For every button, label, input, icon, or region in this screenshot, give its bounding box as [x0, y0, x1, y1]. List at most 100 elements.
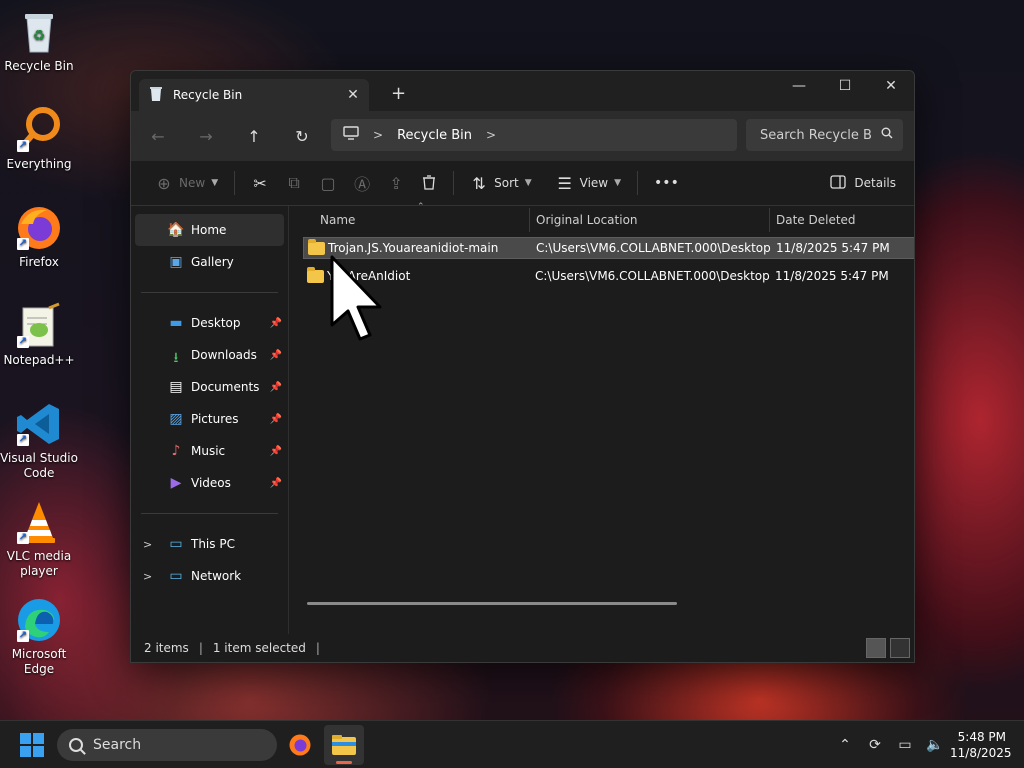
sort-icon: ⇅ [472, 173, 486, 193]
minimize-button[interactable]: — [776, 71, 822, 101]
pin-icon[interactable]: 📌 [270, 318, 282, 329]
nav-item-downloads[interactable]: ⭳ Downloads 📌 [135, 339, 284, 371]
nav-item-this-pc[interactable]: > ▭ This PC [135, 528, 284, 560]
clock-date: 11/8/2025 [950, 746, 1012, 760]
clock[interactable]: 5:48 PM 11/8/2025 [950, 729, 1024, 761]
rename-button[interactable]: Ⓐ [345, 168, 379, 198]
breadcrumb-recycle-bin[interactable]: Recycle Bin [397, 128, 472, 143]
taskbar-file-explorer[interactable] [324, 725, 364, 765]
everything-icon: ↗ [15, 106, 63, 154]
back-button[interactable]: ← [145, 123, 171, 149]
nav-label: Downloads [191, 348, 257, 362]
share-button[interactable]: ⇪ [379, 168, 413, 198]
nav-item-gallery[interactable]: ▣ Gallery [135, 246, 284, 278]
videos-icon: ▶ [170, 475, 182, 491]
chevron-right-icon[interactable]: > [143, 538, 152, 551]
chevron-right-icon[interactable]: > [486, 128, 496, 142]
column-headers: ⌃ Name Original Location Date Deleted [289, 202, 914, 234]
pin-icon[interactable]: 📌 [270, 382, 282, 393]
desktop-icon-vscode[interactable]: ↗ Visual Studio Code [0, 400, 78, 481]
file-original-location: C:\Users\VM6.COLLABNET.000\Desktop [535, 269, 770, 283]
details-view-button[interactable] [866, 638, 886, 658]
pin-icon[interactable]: 📌 [270, 446, 282, 457]
desktop-folder-icon: ▬ [169, 315, 183, 331]
refresh-button[interactable]: ↻ [289, 123, 315, 149]
pin-icon[interactable]: 📌 [270, 350, 282, 361]
file-row[interactable]: YouAreAnIdiot C:\Users\VM6.COLLABNET.000… [303, 265, 914, 287]
gallery-icon: ▣ [169, 254, 183, 270]
chevron-up-icon[interactable]: ⌃ [830, 737, 860, 753]
new-button[interactable]: ⊕ New ▼ [147, 168, 226, 198]
sort-button[interactable]: ⇅ Sort ▼ [462, 168, 540, 198]
column-name[interactable]: Name [320, 213, 355, 227]
large-icons-view-button[interactable] [890, 638, 910, 658]
close-tab-icon[interactable]: ✕ [341, 87, 365, 103]
title-bar: Recycle Bin ✕ + — ☐ ✕ [131, 71, 914, 111]
desktop-icon-vlc[interactable]: ↗ VLC media player [0, 498, 78, 579]
nav-label: Desktop [191, 316, 241, 330]
pin-icon[interactable]: 📌 [270, 478, 282, 489]
start-button[interactable] [20, 733, 44, 757]
search-icon [881, 127, 893, 143]
copy-button[interactable]: ⧉ [277, 168, 311, 198]
tab-recycle-bin[interactable]: Recycle Bin ✕ [139, 79, 369, 111]
details-label: Details [854, 176, 896, 190]
chevron-right-icon[interactable]: > [143, 570, 152, 583]
horizontal-scrollbar[interactable] [307, 602, 677, 605]
details-button[interactable]: Details [822, 168, 904, 198]
file-row[interactable]: Trojan.JS.Youareanidiot-main C:\Users\VM… [303, 237, 914, 259]
shortcut-arrow-icon: ↗ [17, 140, 29, 152]
nav-item-music[interactable]: ♪ Music 📌 [135, 435, 284, 467]
desktop-icon-edge[interactable]: ↗ Microsoft Edge [0, 596, 78, 677]
desktop-icon-notepadpp[interactable]: ↗ Notepad++ [0, 302, 78, 368]
nav-item-home[interactable]: 🏠 Home [135, 214, 284, 246]
more-options-button[interactable]: ••• [646, 168, 687, 198]
nav-item-desktop[interactable]: ▬ Desktop 📌 [135, 307, 284, 339]
volume-muted-icon[interactable]: 🔈 [920, 737, 950, 753]
cut-button[interactable]: ✂ [243, 168, 277, 198]
clipboard-icon: ▢ [320, 173, 336, 193]
column-original-location[interactable]: Original Location [536, 213, 638, 227]
nav-label: Music [191, 444, 226, 458]
monitor-icon [343, 126, 359, 144]
nav-item-documents[interactable]: ▤ Documents 📌 [135, 371, 284, 403]
nav-item-pictures[interactable]: ▨ Pictures 📌 [135, 403, 284, 435]
shortcut-arrow-icon: ↗ [17, 434, 29, 446]
maximize-button[interactable]: ☐ [822, 71, 868, 101]
nav-item-videos[interactable]: ▶ Videos 📌 [135, 467, 284, 499]
address-bar[interactable]: > Recycle Bin > [331, 119, 737, 151]
notepadpp-icon: ↗ [15, 302, 63, 350]
shortcut-arrow-icon: ↗ [17, 336, 29, 348]
view-button[interactable]: ☰ View ▼ [548, 168, 629, 198]
folder-icon [308, 238, 325, 255]
desktop-icon-firefox[interactable]: ↗ Firefox [0, 204, 78, 270]
chevron-right-icon: > [373, 128, 384, 142]
taskbar-search[interactable]: Search [57, 729, 277, 761]
update-icon[interactable]: ⟳ [860, 737, 890, 753]
delete-button[interactable] [413, 168, 445, 198]
taskbar-firefox[interactable] [280, 725, 320, 765]
search-input[interactable]: Search Recycle B [746, 119, 903, 151]
desktop-icon-everything[interactable]: ↗ Everything [0, 106, 78, 172]
pin-icon[interactable]: 📌 [270, 414, 282, 425]
file-date-deleted: 11/8/2025 5:47 PM [776, 241, 890, 255]
file-explorer-icon [332, 735, 356, 755]
desktop-icon-recycle-bin[interactable]: ♻ Recycle Bin [0, 8, 78, 74]
address-row: ← → ↑ ↻ > Recycle Bin > Search Recycle B [131, 111, 914, 161]
column-date-deleted[interactable]: Date Deleted [776, 213, 856, 227]
vscode-icon: ↗ [15, 400, 63, 448]
network-status-icon[interactable]: ▭ [890, 737, 920, 753]
paste-button[interactable]: ▢ [311, 168, 345, 198]
sort-ascending-icon: ⌃ [417, 202, 425, 212]
search-placeholder: Search Recycle B [760, 127, 872, 143]
forward-button[interactable]: → [193, 123, 219, 149]
vlc-icon: ↗ [15, 498, 63, 546]
new-tab-button[interactable]: + [391, 83, 406, 104]
up-button[interactable]: ↑ [241, 123, 267, 149]
nav-item-network[interactable]: > ▭ Network [135, 560, 284, 592]
close-window-button[interactable]: ✕ [868, 71, 914, 101]
share-icon: ⇪ [389, 173, 403, 193]
mouse-pointer-icon [330, 255, 390, 348]
status-bar: 2 items | 1 item selected | [131, 634, 914, 662]
selection-count: 1 item selected [212, 641, 306, 655]
